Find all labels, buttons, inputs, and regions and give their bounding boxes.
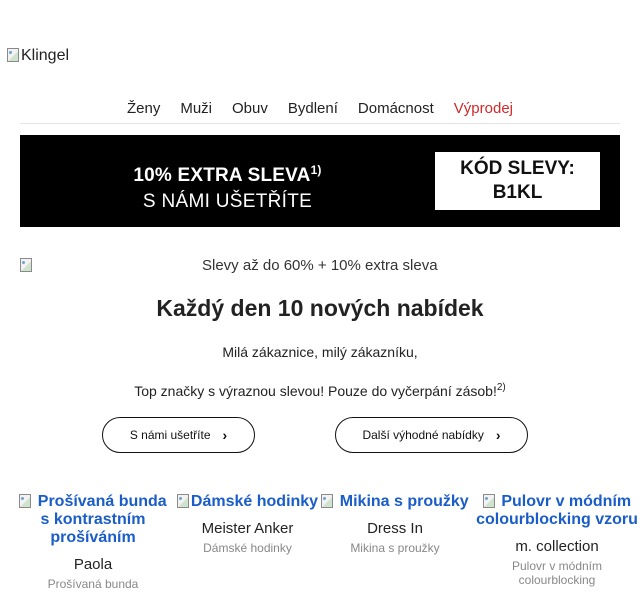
product-card[interactable]: Prošívaná bunda s kontrastním prošíváním…	[18, 493, 168, 591]
more-offers-button[interactable]: Další výhodné nabídky ›	[335, 417, 528, 453]
product-brand: m. collection	[515, 538, 599, 555]
product-title-link[interactable]: Prošívaná bunda s kontrastním prošíváním	[18, 493, 168, 547]
logo-alt-text: Klingel	[21, 47, 70, 64]
discount-code-value: B1KL	[492, 182, 543, 203]
product-brand: Meister Anker	[201, 520, 294, 537]
broken-image-icon	[321, 494, 334, 508]
intro-text: Top značky s výraznou slevou! Pouze do v…	[134, 382, 506, 399]
banner-headline: 10% EXTRA SLEVA1)	[133, 163, 322, 186]
hero-image-alt-text: Slevy až do 60% + 10% extra sleva	[202, 257, 438, 274]
nav-item-shoes[interactable]: Obuv	[232, 99, 268, 123]
save-with-us-button[interactable]: S námi ušetříte ›	[102, 417, 255, 453]
broken-image-icon	[19, 494, 32, 508]
nav-item-men[interactable]: Muži	[180, 99, 212, 123]
product-category: Prošívaná bunda	[47, 577, 139, 591]
hero-image[interactable]: Slevy až do 60% + 10% extra sleva	[20, 257, 620, 275]
product-card[interactable]: Pulovr v módním colourblocking vzoru m. …	[474, 493, 640, 587]
nav-item-living[interactable]: Bydlení	[288, 99, 338, 123]
product-category: Dámské hodinky	[203, 541, 292, 555]
broken-image-icon	[7, 48, 19, 62]
banner-text: 10% EXTRA SLEVA1) S NÁMI UŠETŘÍTE	[20, 157, 435, 215]
product-title-link[interactable]: Mikina s proužky	[320, 493, 470, 511]
broken-image-icon	[20, 258, 32, 272]
nav-item-sale[interactable]: Výprodej	[454, 99, 513, 123]
main-navigation: Ženy Muži Obuv Bydlení Domácnost Výprode…	[20, 99, 620, 124]
email-page: Klingel Ženy Muži Obuv Bydlení Domácnost…	[0, 0, 640, 600]
klingel-logo[interactable]: Klingel	[7, 47, 69, 65]
discount-code-box: KÓD SLEVY: B1KL	[435, 152, 600, 210]
product-title-link[interactable]: Dámské hodinky	[170, 493, 325, 511]
more-offers-label: Další výhodné nabídky	[362, 428, 484, 442]
product-category: Mikina s proužky	[350, 541, 440, 555]
product-card[interactable]: Mikina s proužky Dress In Mikina s prouž…	[320, 493, 470, 555]
page-headline: Každý den 10 nových nabídek	[156, 295, 484, 321]
product-brand: Paola	[73, 556, 113, 573]
product-category: Pulovr v módním colourblocking	[511, 559, 603, 587]
save-with-us-label: S námi ušetříte	[129, 428, 211, 442]
broken-image-icon	[482, 494, 495, 508]
discount-code-label: KÓD SLEVY:	[460, 158, 575, 179]
nav-item-household[interactable]: Domácnost	[358, 99, 434, 123]
discount-banner[interactable]: 10% EXTRA SLEVA1) S NÁMI UŠETŘÍTE KÓD SL…	[20, 135, 620, 227]
chevron-right-icon: ›	[222, 427, 228, 443]
product-brand: Dress In	[367, 520, 423, 537]
greeting-text: Milá zákaznice, milý zákazníku,	[222, 344, 418, 360]
chevron-right-icon: ›	[495, 427, 501, 443]
nav-item-women[interactable]: Ženy	[127, 99, 160, 123]
product-card[interactable]: Dámské hodinky Meister Anker Dámské hodi…	[170, 493, 325, 555]
intro-footnote: 2)	[496, 382, 506, 393]
broken-image-icon	[176, 494, 189, 508]
banner-subline: S NÁMI UŠETŘÍTE	[142, 191, 313, 212]
product-title-link[interactable]: Pulovr v módním colourblocking vzoru	[474, 493, 640, 529]
banner-footnote: 1)	[310, 163, 322, 177]
